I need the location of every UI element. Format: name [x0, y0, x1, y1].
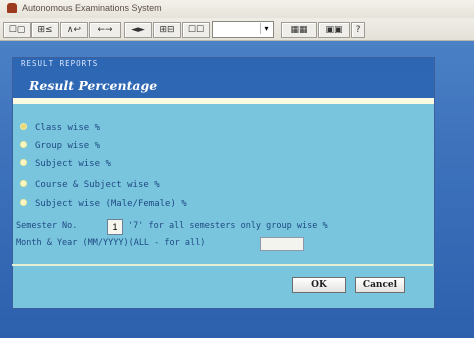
option-label: Group wise %: [35, 141, 101, 151]
option-label: Course & Subject wise %: [35, 180, 160, 190]
toolbar-print-button[interactable]: ▣▣: [318, 22, 350, 38]
window-title: Autonomous Examinations System: [22, 3, 162, 13]
option-subject-wise-male-female[interactable]: Subject wise (Male/Female) %: [20, 197, 187, 211]
ok-button[interactable]: OK: [292, 277, 346, 293]
option-subject-wise[interactable]: Subject wise %: [20, 157, 111, 171]
cancel-button[interactable]: Cancel: [355, 277, 405, 293]
toolbar-grid-button[interactable]: ⊞⊟: [153, 22, 181, 38]
application-window: Autonomous Examinations System ☐▢ ⊞≤ ∧↩ …: [0, 0, 474, 338]
help-icon[interactable]: ?: [351, 22, 365, 38]
option-label: Subject wise %: [35, 159, 111, 169]
radio-selected-icon[interactable]: [20, 123, 27, 130]
panel-title-bar: Result Percentage: [13, 70, 434, 104]
toolbar-record-nav-button[interactable]: ◄►: [124, 22, 152, 38]
radio-icon[interactable]: [20, 180, 27, 187]
title-bar: Autonomous Examinations System: [0, 0, 474, 19]
toolbar-window-button[interactable]: ☐☐: [182, 22, 210, 38]
toolbar-undo-button[interactable]: ∧↩: [60, 22, 88, 38]
radio-icon[interactable]: [20, 199, 27, 206]
option-class-wise[interactable]: Class wise %: [20, 121, 100, 135]
chevron-down-icon[interactable]: ▾: [260, 23, 272, 34]
option-group-wise[interactable]: Group wise %: [20, 139, 100, 153]
app-logo-icon: [7, 3, 17, 13]
semester-label: Semester No.: [16, 221, 78, 231]
month-year-label: Month & Year (MM/YYYY)(ALL - for all): [16, 238, 206, 248]
month-year-input[interactable]: [260, 237, 304, 251]
semester-input[interactable]: 1: [107, 219, 123, 235]
toolbar-combo[interactable]: ▾: [212, 21, 274, 38]
radio-icon[interactable]: [20, 159, 27, 166]
panel-title: Result Percentage: [29, 78, 158, 93]
toolbar: ☐▢ ⊞≤ ∧↩ ←→ ◄► ⊞⊟ ☐☐ ▾ ▦▦ ▣▣ ?: [0, 18, 474, 41]
radio-icon[interactable]: [20, 141, 27, 148]
divider: [12, 264, 433, 266]
option-label: Class wise %: [35, 123, 101, 133]
option-course-subject-wise[interactable]: Course & Subject wise %: [20, 178, 160, 192]
panel-header: RESULT REPORTS: [13, 58, 434, 70]
toolbar-layout-button[interactable]: ▦▦: [281, 22, 317, 38]
toolbar-new-open-button[interactable]: ☐▢: [3, 22, 31, 38]
toolbar-edit-button[interactable]: ⊞≤: [31, 22, 59, 38]
toolbar-navigation-button[interactable]: ←→: [89, 22, 121, 38]
semester-hint: '7' for all semesters only group wise %: [128, 221, 328, 231]
option-label: Subject wise (Male/Female) %: [35, 199, 187, 209]
